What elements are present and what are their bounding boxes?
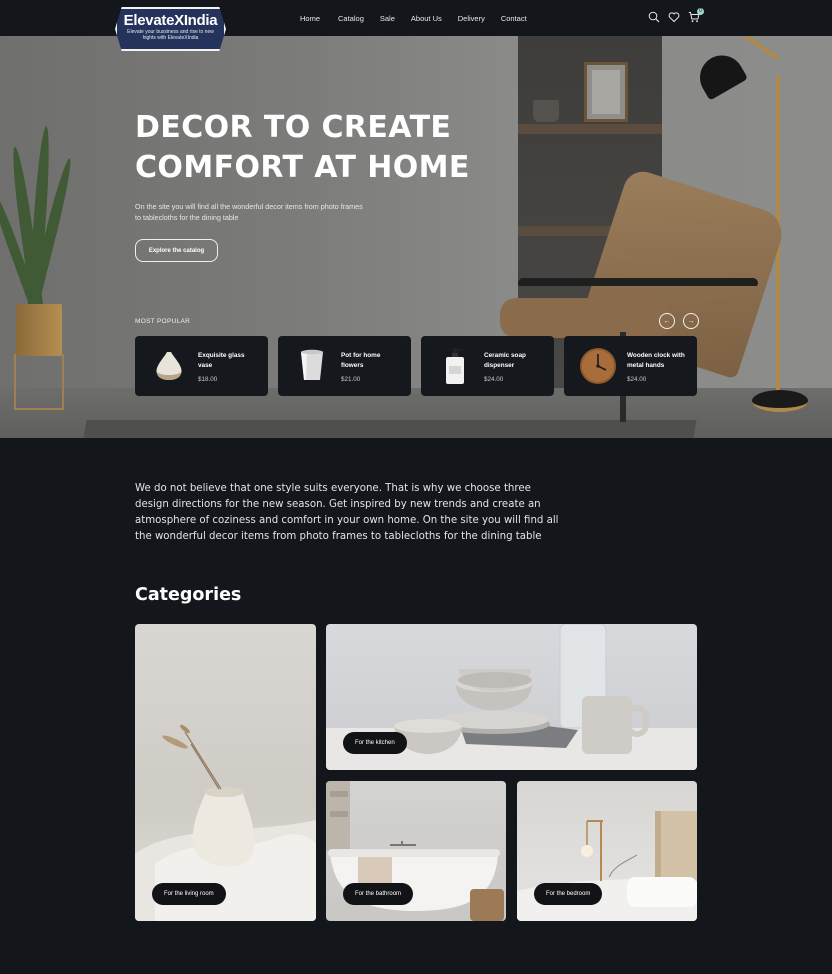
popular-products-carousel: Exquisite glass vase $18.00 Pot for home…: [135, 336, 697, 396]
nav-catalog[interactable]: Catalog: [338, 14, 364, 23]
product-name: Exquisite glass vase: [198, 352, 245, 369]
product-name: Wooden clock with metal hands: [627, 352, 685, 369]
clock-icon: [580, 348, 616, 384]
brand-name: ElevateXIndia: [123, 12, 218, 29]
product-card[interactable]: Exquisite glass vase $18.00: [135, 336, 268, 396]
floor-lamp-shade: [691, 47, 749, 101]
cart-count-badge: 0: [697, 8, 704, 15]
soap-dispenser-icon: [446, 348, 464, 384]
nav-about-us[interactable]: About Us: [411, 14, 442, 23]
nav-sale[interactable]: Sale: [380, 14, 395, 23]
picture-frame-decor: [584, 62, 628, 122]
cart-button[interactable]: 0: [688, 8, 704, 23]
nav-delivery[interactable]: Delivery: [458, 14, 485, 23]
category-label-bathroom: For the bathroom: [343, 883, 414, 905]
category-tile-bedroom[interactable]: For the bedroom: [517, 781, 697, 921]
nav-contact[interactable]: Contact: [501, 14, 527, 23]
product-card[interactable]: Wooden clock with metal hands $24.00: [564, 336, 697, 396]
product-price: $21.00: [341, 376, 361, 383]
vase-icon: [156, 352, 182, 380]
armchair-seat: [500, 298, 670, 338]
intro-paragraph: We do not believe that one style suits e…: [135, 483, 559, 542]
brand-logo[interactable]: ElevateXIndia Elevate your bussiness and…: [115, 7, 226, 51]
category-tile-living-room[interactable]: For the living room: [135, 624, 316, 921]
product-price: $18.00: [198, 376, 218, 383]
plant-stand: [14, 354, 64, 410]
wall-shelf: [518, 124, 662, 134]
categories-heading: Categories: [135, 585, 242, 605]
heart-icon[interactable]: [668, 11, 680, 23]
most-popular-heading: MOST POPULAR: [135, 318, 191, 325]
product-card[interactable]: Ceramic soap dispenser $24.00: [421, 336, 554, 396]
category-label-living-room: For the living room: [152, 883, 226, 905]
pot-icon: [301, 349, 323, 380]
living-room-image: [135, 724, 316, 921]
main-nav: Home Catalog Sale About Us Delivery Cont…: [300, 14, 527, 23]
rug: [83, 420, 697, 438]
arrow-left-icon[interactable]: ←: [659, 313, 675, 329]
product-name: Pot for home flowers: [341, 352, 381, 369]
product-price: $24.00: [484, 376, 504, 383]
plant-pot: [16, 304, 62, 356]
arrow-right-icon[interactable]: →: [683, 313, 699, 329]
armchair-arm: [518, 278, 758, 288]
shelf-plant-decor: [533, 100, 559, 122]
product-card[interactable]: Pot for home flowers $21.00: [278, 336, 411, 396]
hero-title: DECOR TO CREATE COMFORT AT HOME: [135, 110, 470, 185]
explore-catalog-button[interactable]: Explore the catalog: [135, 239, 218, 262]
hero-banner: DECOR TO CREATE COMFORT AT HOME On the s…: [0, 36, 832, 438]
hero-subtitle: On the site you will find all the wonder…: [135, 202, 363, 222]
search-icon[interactable]: [648, 11, 660, 23]
nav-home[interactable]: Home: [300, 14, 320, 23]
carousel-controls: ← →: [659, 313, 699, 329]
product-name: Ceramic soap dispenser: [484, 352, 526, 369]
brand-tagline: Elevate your bussiness and rise to new h…: [127, 29, 214, 41]
product-price: $24.00: [627, 376, 647, 383]
category-label-kitchen: For the kitchen: [343, 732, 407, 754]
floor-lamp-base: [752, 390, 808, 412]
floor-lamp-arm: [740, 36, 780, 61]
category-label-bedroom: For the bedroom: [534, 883, 603, 905]
header-actions: 0: [648, 8, 704, 23]
category-tile-kitchen[interactable]: For the kitchen: [326, 624, 697, 770]
category-tile-bathroom[interactable]: For the bathroom: [326, 781, 506, 921]
